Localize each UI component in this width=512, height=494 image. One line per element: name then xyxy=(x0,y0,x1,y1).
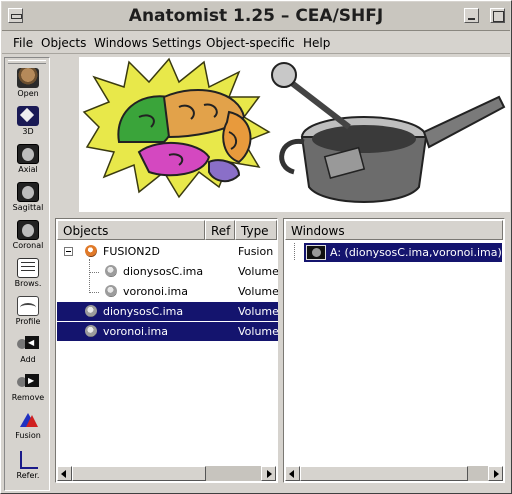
tree-line xyxy=(294,243,295,260)
column-header-ref-label: Ref xyxy=(211,224,231,238)
remove-icon: ▶ xyxy=(17,372,39,392)
3d-view-icon xyxy=(17,106,39,126)
fusion-button[interactable]: Fusion xyxy=(7,408,49,444)
windows-horizontal-scrollbar[interactable] xyxy=(285,466,503,481)
sagittal-view-label: Sagittal xyxy=(12,203,44,212)
profile-label: Profile xyxy=(15,317,41,326)
profile-button[interactable]: Profile xyxy=(7,294,49,330)
object-row-dionysosc-child[interactable]: dionysosC.ima Volume xyxy=(57,262,278,281)
referential-icon xyxy=(17,450,39,470)
object-row-dionysosc[interactable]: dionysosC.ima Volume xyxy=(57,302,278,321)
fusion-icon xyxy=(17,410,39,430)
sagittal-view-icon xyxy=(17,182,39,202)
scroll-left-arrow[interactable] xyxy=(285,466,300,481)
object-row-voronoi-child[interactable]: voronoi.ima Volume xyxy=(57,282,278,301)
pot-handle-right xyxy=(422,95,506,149)
open-button[interactable]: Open xyxy=(7,66,49,102)
maximize-button[interactable] xyxy=(490,8,505,23)
title-bar[interactable]: Anatomist 1.25 – CEA/SHFJ xyxy=(2,2,510,31)
browser-button[interactable]: Brows. xyxy=(7,256,49,292)
object-name: dionysosC.ima xyxy=(103,305,184,318)
object-type: Fusion xyxy=(238,245,274,258)
menu-file[interactable]: File xyxy=(13,36,33,50)
volume-object-icon xyxy=(105,285,117,297)
volume-object-icon xyxy=(85,325,97,337)
coronal-view-button[interactable]: Coronal xyxy=(7,218,49,254)
browser-icon xyxy=(17,258,39,278)
scroll-thumb[interactable] xyxy=(72,466,206,481)
object-name: voronoi.ima xyxy=(103,325,169,338)
remove-button[interactable]: ▶ Remove xyxy=(7,370,49,406)
object-row-voronoi[interactable]: voronoi.ima Volume xyxy=(57,322,278,341)
add-button[interactable]: ◀ Add xyxy=(7,332,49,368)
object-row-fusion2d[interactable]: FUSION2D Fusion xyxy=(57,242,278,261)
add-label: Add xyxy=(20,355,36,364)
minimize-button[interactable] xyxy=(464,8,479,23)
pot-handle-left xyxy=(279,139,305,175)
object-type: Volume xyxy=(238,265,278,278)
column-header-type-label: Type xyxy=(241,224,269,238)
window-row-a[interactable]: A: (dionysosC.ima,voronoi.ima) xyxy=(304,243,502,262)
object-type: Volume xyxy=(238,285,278,298)
objects-horizontal-scrollbar[interactable] xyxy=(57,466,276,481)
3d-view-label: 3D xyxy=(22,127,34,136)
menu-help[interactable]: Help xyxy=(303,36,330,50)
scroll-thumb[interactable] xyxy=(300,466,468,481)
crank-knob xyxy=(271,62,297,88)
scroll-right-arrow[interactable] xyxy=(261,466,276,481)
menu-settings[interactable]: Settings xyxy=(152,36,201,50)
logo-graphic xyxy=(82,57,506,203)
menu-windows[interactable]: Windows xyxy=(94,36,148,50)
column-header-windows-label: Windows xyxy=(291,224,345,238)
menu-object-specific[interactable]: Object-specific xyxy=(206,36,295,50)
object-type: Volume xyxy=(238,305,278,318)
menu-objects[interactable]: Objects xyxy=(41,36,86,50)
3d-view-button[interactable]: 3D xyxy=(7,104,49,140)
scroll-left-arrow[interactable] xyxy=(57,466,72,481)
browser-label: Brows. xyxy=(14,279,42,288)
object-type: Volume xyxy=(238,325,278,338)
referential-label: Refer. xyxy=(16,471,40,480)
menu-bar: File Objects Windows Settings Object-spe… xyxy=(2,32,510,54)
axial-view-button[interactable]: Axial xyxy=(7,142,49,178)
window-name: A: (dionysosC.ima,voronoi.ima) xyxy=(330,246,502,259)
toolbar-grip[interactable] xyxy=(8,60,46,64)
column-header-type[interactable]: Type xyxy=(235,220,277,240)
3d-window-icon xyxy=(306,245,326,260)
object-name: voronoi.ima xyxy=(123,285,189,298)
pot-interior xyxy=(312,125,416,153)
column-header-objects-label: Objects xyxy=(63,224,109,238)
object-name: dionysosC.ima xyxy=(123,265,204,278)
coronal-view-icon xyxy=(17,220,39,240)
fusion-object-icon xyxy=(85,245,97,257)
sagittal-view-button[interactable]: Sagittal xyxy=(7,180,49,216)
object-name: FUSION2D xyxy=(103,245,160,258)
volume-object-icon xyxy=(85,305,97,317)
anatomist-logo xyxy=(79,57,510,212)
crank-arm xyxy=(282,74,351,130)
window-title: Anatomist 1.25 – CEA/SHFJ xyxy=(128,6,384,26)
toolbar: Open 3D Axial Sagittal Coronal Brows. Pr… xyxy=(4,57,50,491)
add-icon: ◀ xyxy=(17,334,39,354)
volume-object-icon xyxy=(105,265,117,277)
profile-icon xyxy=(17,296,39,316)
main-window: Anatomist 1.25 – CEA/SHFJ File Objects W… xyxy=(0,0,512,494)
column-header-ref[interactable]: Ref xyxy=(205,220,235,240)
windows-panel: Windows A: (dionysosC.ima,voronoi.ima) xyxy=(283,218,505,483)
coronal-view-label: Coronal xyxy=(12,241,44,250)
remove-label: Remove xyxy=(11,393,45,402)
open-label: Open xyxy=(17,89,39,98)
axial-view-label: Axial xyxy=(18,165,38,174)
objects-panel: Objects Ref Type FUSION2D Fusion dionyso… xyxy=(55,218,278,483)
scroll-right-arrow[interactable] xyxy=(488,466,503,481)
open-icon xyxy=(17,68,39,88)
column-header-windows[interactable]: Windows xyxy=(285,220,503,240)
axial-view-icon xyxy=(17,144,39,164)
referential-button[interactable]: Refer. xyxy=(7,448,49,484)
column-header-objects[interactable]: Objects xyxy=(57,220,205,240)
fusion-label: Fusion xyxy=(15,431,41,440)
